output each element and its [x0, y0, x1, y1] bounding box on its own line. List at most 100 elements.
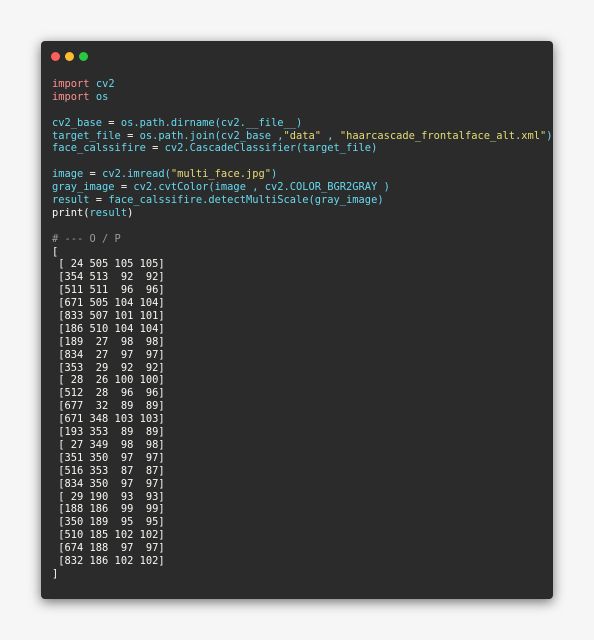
operator: =	[145, 142, 165, 155]
call-expression: cv2.imread(	[102, 168, 171, 181]
code-line: face_calssifire = cv2.CascadeClassifier(…	[52, 142, 549, 155]
operator: =	[114, 181, 134, 194]
keyword: import	[52, 78, 90, 90]
output-line: [ 29 190 93 93]	[52, 491, 549, 504]
output-text: [354 513 92 92]	[52, 271, 165, 284]
minimize-window-button[interactable]	[65, 52, 74, 61]
output-line: [677 32 89 89]	[52, 400, 549, 413]
output-line: [671 348 103 103]	[52, 413, 549, 426]
output-text: [351 350 97 97]	[52, 451, 165, 464]
output-line: [832 186 102 102]	[52, 555, 549, 568]
output-line: [834 27 97 97]	[52, 349, 549, 362]
code-line: print(result)	[52, 207, 549, 220]
output-line: [ 28 26 100 100]	[52, 374, 549, 387]
string-literal: "haarcascade_frontalface_alt.xml"	[339, 129, 547, 142]
code-token: )	[127, 206, 134, 219]
operator: =	[102, 116, 121, 129]
output-line: [350 189 95 95]	[52, 516, 549, 529]
output-text: ]	[52, 567, 59, 580]
output-line: [511 511 96 96]	[52, 284, 549, 297]
operator: =	[120, 129, 140, 142]
code-line: gray_image = cv2.cvtColor(image , cv2.CO…	[52, 181, 549, 194]
output-text: [674 188 97 97]	[52, 542, 165, 555]
output-line: [353 29 92 92]	[52, 362, 549, 375]
code-token: )	[270, 168, 278, 181]
string-literal: "multi_face.jpg"	[170, 168, 271, 181]
code-token: )	[546, 129, 553, 142]
output-text: [188 186 99 99]	[52, 503, 165, 516]
keyword: import	[52, 90, 90, 103]
operator: =	[83, 168, 103, 181]
call-expression: cv2.CascadeClassifier(target_file)	[164, 142, 378, 155]
window-controls	[51, 52, 88, 61]
code-window: import cv2 import os cv2_base = os.path.d…	[41, 41, 553, 599]
output-line: ]	[52, 568, 549, 581]
output-text: [511 511 96 96]	[52, 284, 165, 297]
code-block: import cv2 import os cv2_base = os.path.d…	[52, 78, 553, 581]
output-text: [834 27 97 97]	[52, 348, 165, 361]
variable: result	[89, 206, 128, 219]
code-line: target_file = os.path.join(cv2_base ,"da…	[52, 129, 553, 143]
code-line: # --- O / P	[52, 233, 549, 246]
code-line: image = cv2.imread("multi_face.jpg")	[52, 168, 549, 181]
comment: # --- O / P	[52, 232, 121, 245]
output-text: [189 27 98 98]	[52, 335, 165, 348]
variable: gray_image	[52, 181, 115, 194]
output-text: [ 29 190 93 93]	[52, 490, 165, 503]
output-line: [834 350 97 97]	[52, 478, 549, 491]
code-line: cv2_base = os.path.dirname(cv2.__file__)	[52, 117, 549, 130]
output-text: [671 505 104 104]	[52, 297, 165, 310]
output-text: [350 189 95 95]	[52, 516, 165, 529]
output-line: [833 507 101 101]	[52, 310, 549, 323]
variable: target_file	[52, 129, 121, 142]
code-line: result = face_calssifire.detectMultiScal…	[52, 194, 549, 207]
module-name: os	[95, 90, 109, 103]
output-text: [512 28 96 96]	[52, 387, 165, 400]
output-line: [351 350 97 97]	[52, 452, 549, 465]
output-text: [	[52, 245, 59, 258]
output-line: [671 505 104 104]	[52, 297, 549, 310]
variable: result	[52, 194, 90, 207]
output-text: [833 507 101 101]	[52, 310, 165, 323]
operator: =	[89, 194, 109, 207]
output-line: [	[52, 246, 549, 259]
close-window-button[interactable]	[51, 52, 60, 61]
output-line: [ 27 349 98 98]	[52, 439, 549, 452]
output-text: [834 350 97 97]	[52, 477, 165, 490]
output-line: [189 27 98 98]	[52, 336, 549, 349]
module-name: cv2	[95, 78, 115, 90]
string-literal: "data"	[283, 129, 322, 142]
output-line: [674 188 97 97]	[52, 542, 549, 555]
output-text: [832 186 102 102]	[52, 554, 165, 567]
output-line: [193 353 89 89]	[52, 426, 549, 439]
code-token: ,	[321, 129, 340, 142]
variable: cv2_base	[52, 116, 103, 129]
maximize-window-button[interactable]	[79, 52, 88, 61]
output-text: [516 353 87 87]	[52, 464, 165, 477]
call-expression: cv2.cvtColor(image , cv2.COLOR_BGR2GRAY …	[133, 181, 390, 194]
output-line: [ 24 505 105 105]	[52, 258, 549, 271]
output-text: [ 27 349 98 98]	[52, 438, 165, 451]
output-text: [671 348 103 103]	[52, 413, 165, 426]
output-line: [188 186 99 99]	[52, 503, 549, 516]
variable: image	[52, 168, 84, 181]
output-text: [677 32 89 89]	[52, 400, 165, 413]
output-line: [510 185 102 102]	[52, 529, 549, 542]
call-expression: os.path.dirname(cv2.__file__)	[120, 116, 303, 129]
code-line: import os	[52, 91, 549, 104]
call-expression: os.path.join(cv2_base ,	[139, 129, 284, 142]
output-text: [186 510 104 104]	[52, 322, 165, 335]
output-text: [510 185 102 102]	[52, 529, 165, 542]
output-text: [353 29 92 92]	[52, 361, 165, 374]
builtin-call: print(	[52, 206, 90, 219]
output-text: [ 24 505 105 105]	[52, 258, 165, 271]
call-expression: face_calssifire.detectMultiScale(gray_im…	[108, 194, 384, 207]
output-text: [ 28 26 100 100]	[52, 374, 165, 387]
code-line: import cv2	[52, 78, 549, 91]
output-line: [512 28 96 96]	[52, 387, 549, 400]
output-line: [186 510 104 104]	[52, 323, 549, 336]
output-line: [516 353 87 87]	[52, 465, 549, 478]
